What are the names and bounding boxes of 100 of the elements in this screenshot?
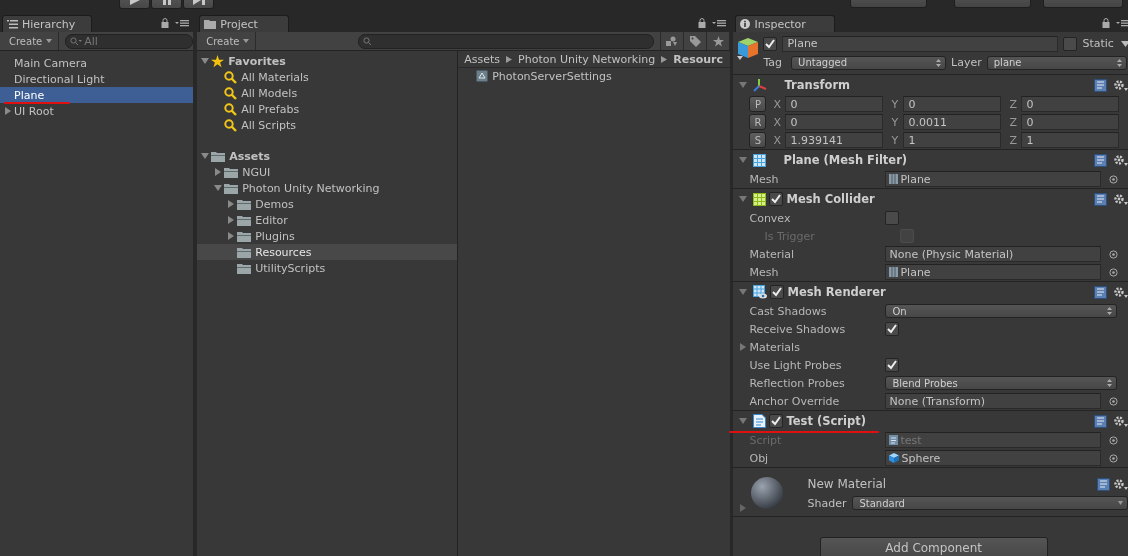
menu-icon[interactable]: [712, 19, 727, 27]
expand-arrow-icon[interactable]: [201, 152, 210, 160]
project-tree-item[interactable]: UtilityScripts: [197, 260, 458, 276]
checkbox[interactable]: [885, 358, 900, 372]
breadcrumb-item[interactable]: Resourc: [673, 52, 724, 66]
settings-icon[interactable]: [1112, 414, 1128, 428]
enable-checkbox[interactable]: [770, 285, 785, 299]
menu-icon[interactable]: [1115, 19, 1128, 27]
number-field[interactable]: 1.939141: [785, 132, 884, 148]
expand-arrow-icon[interactable]: [214, 168, 223, 176]
expand-arrow-icon[interactable]: [227, 216, 236, 224]
enable-checkbox[interactable]: [769, 414, 784, 428]
inspector-tab[interactable]: Inspector: [735, 15, 836, 32]
project-tree-item[interactable]: Editor: [197, 212, 458, 228]
project-tree-item[interactable]: Resources: [197, 244, 458, 260]
menu-icon[interactable]: [175, 19, 190, 27]
project-tree-item[interactable]: Photon Unity Networking: [197, 180, 458, 196]
caret-icon[interactable]: [1120, 40, 1128, 47]
breadcrumb-item[interactable]: Photon Unity Networking: [518, 52, 656, 66]
object-field[interactable]: Plane: [885, 171, 1102, 187]
reset-button[interactable]: P: [749, 96, 767, 112]
book-icon[interactable]: [1093, 414, 1107, 428]
tag-dropdown[interactable]: Untagged: [791, 55, 947, 70]
settings-icon[interactable]: [1112, 192, 1128, 206]
breadcrumb-item[interactable]: Assets: [464, 52, 501, 66]
hierarchy-item[interactable]: Main Camera: [0, 55, 194, 71]
hierarchy-tab[interactable]: Hierarchy: [2, 15, 92, 32]
project-tab[interactable]: Project: [199, 15, 290, 32]
layer-dropdown[interactable]: plane: [986, 55, 1127, 70]
active-checkbox[interactable]: [763, 36, 778, 51]
expand-arrow-icon[interactable]: [201, 57, 210, 65]
asset-item[interactable]: PhotonServerSettings: [458, 68, 731, 84]
project-tree-item[interactable]: All Scripts: [197, 117, 458, 133]
property-label: Materials: [749, 340, 800, 354]
settings-icon[interactable]: [1112, 285, 1128, 299]
book-icon[interactable]: [1096, 477, 1110, 491]
lock-icon[interactable]: [1101, 18, 1110, 28]
folder-icon: [224, 182, 239, 194]
number-field[interactable]: 0: [785, 114, 884, 130]
folder-icon: [237, 230, 252, 242]
settings-icon[interactable]: [1112, 477, 1128, 491]
project-tree-item[interactable]: Assets: [197, 148, 458, 164]
enable-checkbox[interactable]: [769, 192, 784, 206]
object-field[interactable]: Sphere: [885, 450, 1102, 466]
create-button[interactable]: Create: [0, 32, 60, 50]
lock-icon[interactable]: [698, 18, 707, 28]
number-field[interactable]: 1: [903, 132, 1002, 148]
project-tree-item[interactable]: Favorites: [197, 53, 458, 69]
expand-arrow-icon[interactable]: [739, 156, 748, 164]
settings-icon[interactable]: [1112, 153, 1128, 167]
object-field[interactable]: None (Transform): [885, 393, 1102, 409]
project-tree-item[interactable]: All Models: [197, 85, 458, 101]
hierarchy-item[interactable]: Plane: [0, 87, 194, 103]
object-picker-icon[interactable]: [1109, 396, 1119, 406]
expand-arrow-icon[interactable]: [4, 107, 12, 115]
reset-button[interactable]: S: [749, 132, 767, 148]
expand-arrow-icon[interactable]: [214, 184, 223, 192]
object-picker-icon[interactable]: [1109, 174, 1119, 184]
lock-icon[interactable]: [161, 18, 170, 28]
expand-arrow-icon[interactable]: [227, 200, 236, 208]
dropdown[interactable]: On: [885, 304, 1118, 318]
shader-dropdown[interactable]: Standard: [852, 496, 1128, 510]
project-tree-item[interactable]: All Materials: [197, 69, 458, 85]
book-icon[interactable]: [1093, 192, 1107, 206]
add-component-button[interactable]: Add Component: [819, 537, 1048, 556]
reset-button[interactable]: R: [749, 114, 767, 130]
search-field[interactable]: [358, 33, 655, 49]
object-field[interactable]: Plane: [885, 264, 1102, 280]
expand-arrow-icon[interactable]: [739, 417, 748, 425]
number-field[interactable]: 1: [1021, 132, 1120, 148]
book-icon[interactable]: [1093, 285, 1107, 299]
checkbox[interactable]: [885, 322, 900, 336]
dropdown[interactable]: Blend Probes: [885, 376, 1118, 390]
expand-arrow-icon[interactable]: [739, 288, 748, 296]
expand-arrow-icon[interactable]: [739, 195, 748, 203]
number-field[interactable]: 0: [785, 96, 884, 112]
number-field[interactable]: 0: [1021, 96, 1120, 112]
static-checkbox[interactable]: [1063, 36, 1078, 51]
number-field[interactable]: 0.0011: [903, 114, 1002, 130]
expand-arrow-icon[interactable]: [739, 81, 748, 89]
project-tree-item[interactable]: All Prefabs: [197, 101, 458, 117]
expand-arrow-icon[interactable]: [739, 343, 748, 351]
hierarchy-item[interactable]: Directional Light: [0, 71, 194, 87]
book-icon[interactable]: [1093, 78, 1107, 92]
hierarchy-item[interactable]: UI Root: [0, 103, 194, 119]
info-icon: [740, 19, 751, 29]
breadcrumb-separator-icon: [661, 55, 668, 63]
name-field[interactable]: Plane: [782, 35, 1059, 52]
number-field[interactable]: 0: [903, 96, 1002, 112]
object-field[interactable]: None (Physic Material): [885, 246, 1102, 262]
checkbox[interactable]: [885, 211, 900, 225]
number-field[interactable]: 0: [1021, 114, 1120, 130]
project-tree-item[interactable]: NGUI: [197, 164, 458, 180]
project-tree-item[interactable]: Plugins: [197, 228, 458, 244]
book-icon[interactable]: [1093, 153, 1107, 167]
expand-arrow-icon[interactable]: [227, 232, 236, 240]
create-button[interactable]: Create: [197, 32, 257, 50]
project-tree-item[interactable]: Demos: [197, 196, 458, 212]
settings-icon[interactable]: [1112, 78, 1128, 92]
grid-eye-icon: [753, 285, 768, 299]
